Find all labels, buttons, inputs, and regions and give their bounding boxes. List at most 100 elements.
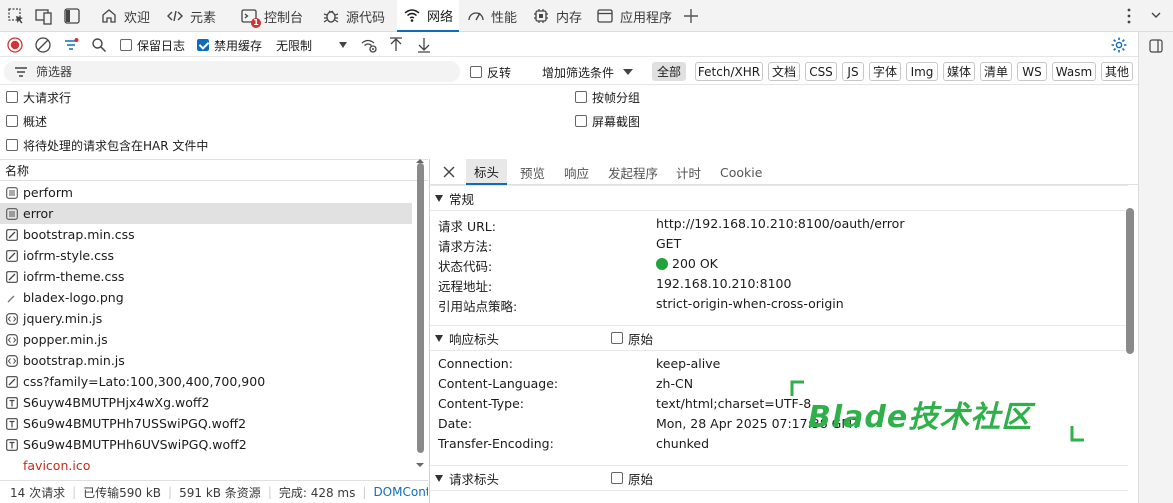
general-section-header[interactable]: 常规	[430, 185, 1128, 211]
name-column-header[interactable]: 名称	[0, 159, 428, 181]
tab-response[interactable]: 响应	[556, 159, 597, 185]
filter-manifest[interactable]: 清单	[980, 62, 1012, 81]
request-row[interactable]: favicon.ico	[0, 455, 412, 476]
finish-time: 完成: 428 ms	[278, 485, 356, 500]
font-icon	[6, 396, 23, 409]
filter-wasm[interactable]: Wasm	[1052, 62, 1096, 81]
export-har-button[interactable]	[416, 35, 432, 55]
filter-font[interactable]: 字体	[869, 62, 901, 81]
tab-sources[interactable]: 源代码	[316, 0, 391, 32]
tab-label: 内存	[556, 10, 583, 26]
request-row[interactable]: bladex-logo.png	[0, 287, 412, 308]
request-row[interactable]: bootstrap.min.css	[0, 224, 412, 245]
filter-input[interactable]: 筛选器	[4, 61, 460, 82]
response-headers-section-header[interactable]: 响应标头 原始	[430, 325, 1128, 351]
tab-application[interactable]: 应用程序	[590, 0, 678, 32]
filter-doc[interactable]: 文档	[768, 62, 800, 81]
close-details-button[interactable]	[434, 159, 464, 185]
checkbox-icon	[575, 115, 587, 127]
checkbox-icon	[611, 332, 623, 344]
request-row[interactable]: iofrm-style.css	[0, 245, 412, 266]
pin-panel-icon[interactable]	[1148, 38, 1164, 54]
more-options-icon[interactable]	[1119, 6, 1139, 26]
header-key: 请求 URL:	[438, 219, 496, 234]
chevron-down-icon	[339, 42, 347, 48]
request-row[interactable]: perform	[0, 182, 412, 203]
group-by-frame-checkbox[interactable]: 按帧分组	[575, 88, 640, 106]
request-row[interactable]: bootstrap.min.js	[0, 350, 412, 371]
filter-other[interactable]: 其他	[1101, 62, 1133, 81]
request-row[interactable]: S6u9w4BMUTPHh6UVSwiPGQ.woff2	[0, 434, 412, 455]
more-filters-dropdown[interactable]: 增加筛选条件	[542, 62, 642, 82]
request-row[interactable]: iofrm-theme.css	[0, 266, 412, 287]
search-button[interactable]	[90, 35, 108, 55]
scroll-down-icon[interactable]	[415, 462, 425, 468]
request-name: bladex-logo.png	[23, 290, 124, 305]
overview-checkbox[interactable]: 概述	[6, 112, 47, 130]
scroll-up-icon[interactable]	[415, 158, 425, 164]
filter-ws[interactable]: WS	[1017, 62, 1047, 81]
throttling-select[interactable]: 无限制	[276, 35, 356, 55]
filter-media[interactable]: 媒体	[943, 62, 975, 81]
device-emulation-icon[interactable]	[34, 6, 54, 26]
filter-fetch-xhr[interactable]: Fetch/XHR	[695, 62, 763, 81]
inspect-element-icon[interactable]	[6, 6, 26, 26]
preserve-log-checkbox[interactable]: 保留日志	[120, 35, 185, 55]
include-pending-har-checkbox[interactable]: 将待处理的请求包含在HAR 文件中	[6, 136, 208, 154]
filter-js[interactable]: JS	[842, 62, 864, 81]
record-button[interactable]	[6, 35, 24, 55]
request-row[interactable]: error	[0, 203, 412, 224]
raw-toggle-checkbox[interactable]: 原始	[611, 469, 653, 488]
tab-elements[interactable]: 元素	[160, 0, 222, 32]
details-scrollbar[interactable]	[1126, 208, 1134, 354]
clear-button[interactable]	[34, 35, 52, 55]
tab-label: 应用程序	[620, 10, 673, 26]
option-label: 屏幕截图	[592, 114, 641, 129]
filter-img[interactable]: Img	[906, 62, 938, 81]
disable-cache-checkbox[interactable]: 禁用缓存	[197, 35, 262, 55]
checkbox-icon	[470, 66, 482, 78]
add-tab-icon[interactable]	[681, 6, 701, 26]
help-icon[interactable]	[1146, 6, 1166, 26]
request-row[interactable]: S6u9w4BMUTPHh7USSwiPGQ.woff2	[0, 413, 412, 434]
capture-screenshots-checkbox[interactable]: 屏幕截图	[575, 112, 640, 130]
tab-label: 元素	[190, 10, 217, 26]
request-list-scrollbar[interactable]	[417, 163, 424, 453]
tab-initiator[interactable]: 发起程序	[600, 159, 666, 185]
tab-headers[interactable]: 标头	[466, 159, 508, 185]
big-request-rows-checkbox[interactable]: 大请求行	[6, 88, 71, 106]
request-headers-section-header[interactable]: 请求标头 原始	[430, 465, 1128, 491]
request-row[interactable]: jquery.min.js	[0, 308, 412, 329]
network-settings-button[interactable]	[1110, 35, 1128, 55]
section-title: 响应标头	[449, 331, 500, 347]
caret-down-icon	[435, 334, 443, 342]
import-har-button[interactable]	[388, 35, 404, 55]
tab-network[interactable]: 网络	[397, 0, 459, 32]
request-row[interactable]: S6uyw4BMUTPHjx4wXg.woff2	[0, 392, 412, 413]
checkbox-icon	[575, 91, 587, 103]
raw-toggle-checkbox[interactable]: 原始	[611, 329, 653, 348]
request-row[interactable]: popper.min.js	[0, 329, 412, 350]
filter-css[interactable]: CSS	[805, 62, 837, 81]
watermark-text: Blade技术社区	[808, 400, 1033, 435]
domcontentloaded-time: DOMContentLoa	[373, 485, 428, 499]
tab-console[interactable]: 1 控制台	[234, 0, 309, 32]
tab-memory[interactable]: 内存	[526, 0, 588, 32]
tab-cookies[interactable]: Cookie	[712, 159, 770, 185]
option-label: 概述	[23, 114, 48, 129]
tab-performance[interactable]: 性能	[461, 0, 523, 32]
filter-toggle-button[interactable]	[62, 35, 80, 55]
tab-timing[interactable]: 计时	[668, 159, 709, 185]
checkbox-icon	[6, 115, 18, 127]
filter-placeholder: 筛选器	[36, 65, 73, 79]
filter-all[interactable]: 全部	[652, 62, 686, 81]
invert-checkbox[interactable]: 反转	[470, 62, 511, 82]
tab-preview[interactable]: 预览	[512, 159, 553, 185]
search-icon	[92, 38, 107, 53]
network-conditions-button[interactable]	[360, 35, 378, 55]
network-toolbar: 保留日志 禁用缓存 无限制	[0, 32, 1173, 57]
dock-side-icon[interactable]	[62, 6, 82, 26]
tab-welcome[interactable]: 欢迎	[94, 0, 156, 32]
record-icon	[7, 37, 23, 53]
request-row[interactable]: css?family=Lato:100,300,400,700,900	[0, 371, 412, 392]
